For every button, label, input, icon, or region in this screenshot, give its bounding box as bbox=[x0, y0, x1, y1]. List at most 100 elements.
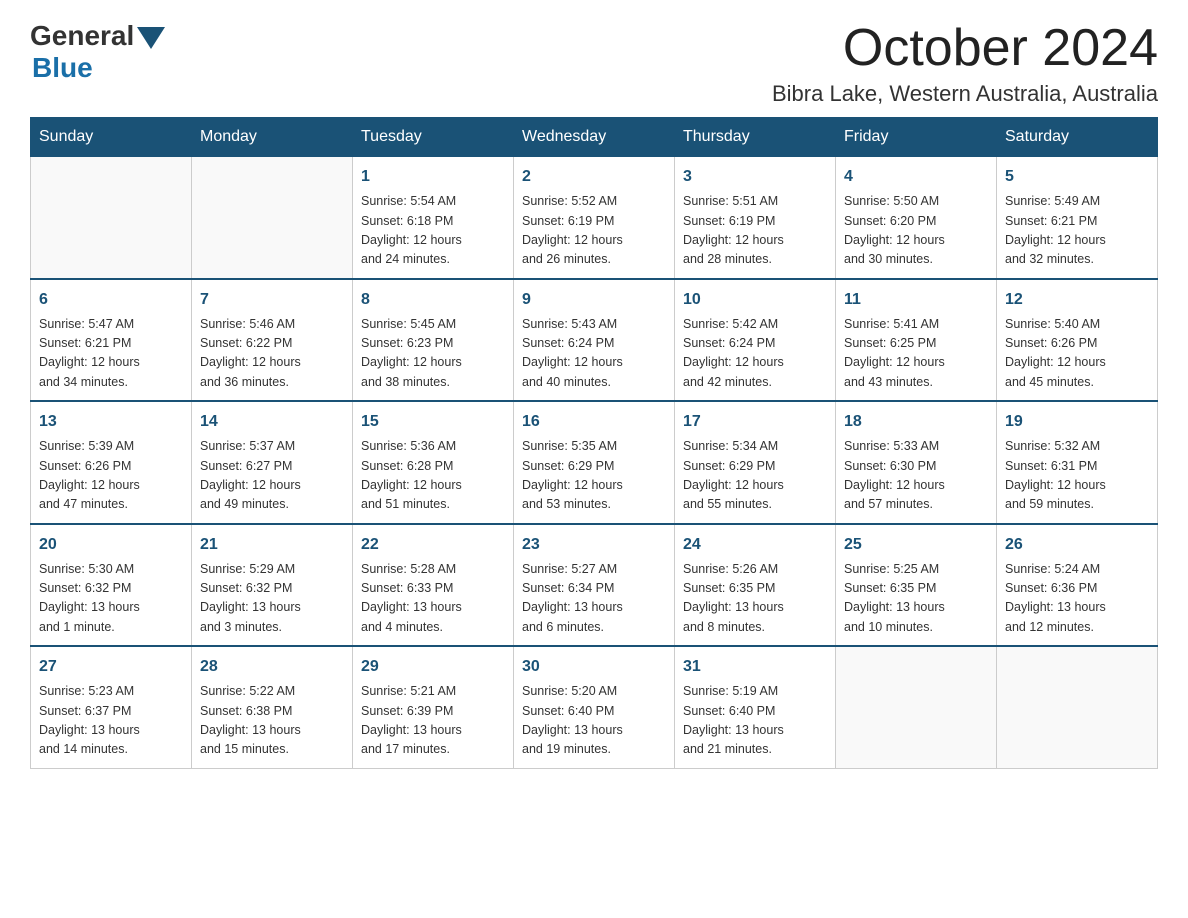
calendar-cell: 26 Sunrise: 5:24 AMSunset: 6:36 PMDayligh… bbox=[997, 524, 1158, 647]
day-number: 28 bbox=[200, 655, 344, 679]
calendar-cell: 30 Sunrise: 5:20 AMSunset: 6:40 PMDayligh… bbox=[514, 646, 675, 768]
calendar-week-row: 6 Sunrise: 5:47 AMSunset: 6:21 PMDaylight… bbox=[31, 279, 1158, 402]
day-info: Sunrise: 5:20 AMSunset: 6:40 PMDaylight:… bbox=[522, 682, 666, 760]
calendar-cell: 28 Sunrise: 5:22 AMSunset: 6:38 PMDayligh… bbox=[192, 646, 353, 768]
calendar-cell bbox=[192, 157, 353, 279]
day-number: 27 bbox=[39, 655, 183, 679]
day-info: Sunrise: 5:29 AMSunset: 6:32 PMDaylight:… bbox=[200, 560, 344, 638]
day-number: 7 bbox=[200, 288, 344, 312]
day-info: Sunrise: 5:23 AMSunset: 6:37 PMDaylight:… bbox=[39, 682, 183, 760]
day-info: Sunrise: 5:22 AMSunset: 6:38 PMDaylight:… bbox=[200, 682, 344, 760]
day-info: Sunrise: 5:37 AMSunset: 6:27 PMDaylight:… bbox=[200, 437, 344, 515]
column-header-saturday: Saturday bbox=[997, 118, 1158, 157]
calendar-week-row: 13 Sunrise: 5:39 AMSunset: 6:26 PMDayligh… bbox=[31, 401, 1158, 524]
calendar-cell bbox=[31, 157, 192, 279]
calendar-cell: 24Sunrise: 5:26 AMSunset: 6:35 PMDayligh… bbox=[675, 524, 836, 647]
day-info: Sunrise: 5:24 AMSunset: 6:36 PMDaylight:… bbox=[1005, 560, 1149, 638]
calendar-table: SundayMondayTuesdayWednesdayThursdayFrid… bbox=[30, 117, 1158, 769]
day-number: 14 bbox=[200, 410, 344, 434]
day-info: Sunrise: 5:35 AMSunset: 6:29 PMDaylight:… bbox=[522, 437, 666, 515]
day-info: Sunrise: 5:47 AMSunset: 6:21 PMDaylight:… bbox=[39, 315, 183, 393]
calendar-cell: 5 Sunrise: 5:49 AMSunset: 6:21 PMDaylight… bbox=[997, 157, 1158, 279]
day-number: 8 bbox=[361, 288, 505, 312]
title-section: October 2024 Bibra Lake, Western Austral… bbox=[772, 20, 1158, 107]
calendar-cell: 16Sunrise: 5:35 AMSunset: 6:29 PMDayligh… bbox=[514, 401, 675, 524]
day-info: Sunrise: 5:19 AMSunset: 6:40 PMDaylight:… bbox=[683, 682, 827, 760]
day-info: Sunrise: 5:26 AMSunset: 6:35 PMDaylight:… bbox=[683, 560, 827, 638]
day-info: Sunrise: 5:27 AMSunset: 6:34 PMDaylight:… bbox=[522, 560, 666, 638]
day-number: 21 bbox=[200, 533, 344, 557]
calendar-cell bbox=[997, 646, 1158, 768]
calendar-cell: 31 Sunrise: 5:19 AMSunset: 6:40 PMDayligh… bbox=[675, 646, 836, 768]
calendar-cell: 21 Sunrise: 5:29 AMSunset: 6:32 PMDayligh… bbox=[192, 524, 353, 647]
day-number: 11 bbox=[844, 288, 988, 312]
calendar-week-row: 1Sunrise: 5:54 AMSunset: 6:18 PMDaylight… bbox=[31, 157, 1158, 279]
calendar-cell: 2Sunrise: 5:52 AMSunset: 6:19 PMDaylight… bbox=[514, 157, 675, 279]
column-header-tuesday: Tuesday bbox=[353, 118, 514, 157]
day-info: Sunrise: 5:54 AMSunset: 6:18 PMDaylight:… bbox=[361, 192, 505, 270]
calendar-cell: 4 Sunrise: 5:50 AMSunset: 6:20 PMDaylight… bbox=[836, 157, 997, 279]
day-info: Sunrise: 5:42 AMSunset: 6:24 PMDaylight:… bbox=[683, 315, 827, 393]
day-info: Sunrise: 5:30 AMSunset: 6:32 PMDaylight:… bbox=[39, 560, 183, 638]
column-header-sunday: Sunday bbox=[31, 118, 192, 157]
day-info: Sunrise: 5:40 AMSunset: 6:26 PMDaylight:… bbox=[1005, 315, 1149, 393]
day-info: Sunrise: 5:21 AMSunset: 6:39 PMDaylight:… bbox=[361, 682, 505, 760]
day-info: Sunrise: 5:28 AMSunset: 6:33 PMDaylight:… bbox=[361, 560, 505, 638]
day-number: 10 bbox=[683, 288, 827, 312]
day-number: 29 bbox=[361, 655, 505, 679]
calendar-cell bbox=[836, 646, 997, 768]
day-number: 22 bbox=[361, 533, 505, 557]
day-info: Sunrise: 5:52 AMSunset: 6:19 PMDaylight:… bbox=[522, 192, 666, 270]
logo-general-text: General bbox=[30, 20, 134, 52]
logo-arrow-icon bbox=[137, 27, 165, 49]
calendar-cell: 17Sunrise: 5:34 AMSunset: 6:29 PMDayligh… bbox=[675, 401, 836, 524]
calendar-cell: 13 Sunrise: 5:39 AMSunset: 6:26 PMDayligh… bbox=[31, 401, 192, 524]
calendar-cell: 10 Sunrise: 5:42 AMSunset: 6:24 PMDayligh… bbox=[675, 279, 836, 402]
calendar-cell: 7 Sunrise: 5:46 AMSunset: 6:22 PMDaylight… bbox=[192, 279, 353, 402]
calendar-cell: 23 Sunrise: 5:27 AMSunset: 6:34 PMDayligh… bbox=[514, 524, 675, 647]
day-number: 3 bbox=[683, 165, 827, 189]
day-info: Sunrise: 5:32 AMSunset: 6:31 PMDaylight:… bbox=[1005, 437, 1149, 515]
day-number: 31 bbox=[683, 655, 827, 679]
day-info: Sunrise: 5:50 AMSunset: 6:20 PMDaylight:… bbox=[844, 192, 988, 270]
calendar-cell: 15Sunrise: 5:36 AMSunset: 6:28 PMDayligh… bbox=[353, 401, 514, 524]
day-number: 13 bbox=[39, 410, 183, 434]
day-info: Sunrise: 5:43 AMSunset: 6:24 PMDaylight:… bbox=[522, 315, 666, 393]
day-number: 23 bbox=[522, 533, 666, 557]
location-title: Bibra Lake, Western Australia, Australia bbox=[772, 81, 1158, 107]
calendar-cell: 9 Sunrise: 5:43 AMSunset: 6:24 PMDaylight… bbox=[514, 279, 675, 402]
calendar-cell: 22 Sunrise: 5:28 AMSunset: 6:33 PMDayligh… bbox=[353, 524, 514, 647]
month-title: October 2024 bbox=[772, 20, 1158, 77]
column-header-wednesday: Wednesday bbox=[514, 118, 675, 157]
logo-blue-text: Blue bbox=[32, 52, 93, 84]
day-info: Sunrise: 5:41 AMSunset: 6:25 PMDaylight:… bbox=[844, 315, 988, 393]
day-number: 4 bbox=[844, 165, 988, 189]
calendar-week-row: 20 Sunrise: 5:30 AMSunset: 6:32 PMDayligh… bbox=[31, 524, 1158, 647]
day-info: Sunrise: 5:39 AMSunset: 6:26 PMDaylight:… bbox=[39, 437, 183, 515]
calendar-cell: 14 Sunrise: 5:37 AMSunset: 6:27 PMDayligh… bbox=[192, 401, 353, 524]
day-number: 6 bbox=[39, 288, 183, 312]
calendar-cell: 3 Sunrise: 5:51 AMSunset: 6:19 PMDaylight… bbox=[675, 157, 836, 279]
day-number: 30 bbox=[522, 655, 666, 679]
day-info: Sunrise: 5:51 AMSunset: 6:19 PMDaylight:… bbox=[683, 192, 827, 270]
calendar-cell: 20 Sunrise: 5:30 AMSunset: 6:32 PMDayligh… bbox=[31, 524, 192, 647]
day-number: 19 bbox=[1005, 410, 1149, 434]
calendar-cell: 1Sunrise: 5:54 AMSunset: 6:18 PMDaylight… bbox=[353, 157, 514, 279]
calendar-cell: 19 Sunrise: 5:32 AMSunset: 6:31 PMDayligh… bbox=[997, 401, 1158, 524]
day-number: 17 bbox=[683, 410, 827, 434]
day-number: 26 bbox=[1005, 533, 1149, 557]
day-info: Sunrise: 5:45 AMSunset: 6:23 PMDaylight:… bbox=[361, 315, 505, 393]
day-number: 5 bbox=[1005, 165, 1149, 189]
day-number: 9 bbox=[522, 288, 666, 312]
day-info: Sunrise: 5:36 AMSunset: 6:28 PMDaylight:… bbox=[361, 437, 505, 515]
day-number: 20 bbox=[39, 533, 183, 557]
calendar-cell: 27 Sunrise: 5:23 AMSunset: 6:37 PMDayligh… bbox=[31, 646, 192, 768]
column-header-thursday: Thursday bbox=[675, 118, 836, 157]
calendar-cell: 8 Sunrise: 5:45 AMSunset: 6:23 PMDaylight… bbox=[353, 279, 514, 402]
day-info: Sunrise: 5:46 AMSunset: 6:22 PMDaylight:… bbox=[200, 315, 344, 393]
calendar-cell: 11 Sunrise: 5:41 AMSunset: 6:25 PMDayligh… bbox=[836, 279, 997, 402]
day-number: 18 bbox=[844, 410, 988, 434]
day-info: Sunrise: 5:49 AMSunset: 6:21 PMDaylight:… bbox=[1005, 192, 1149, 270]
day-number: 12 bbox=[1005, 288, 1149, 312]
calendar-cell: 25Sunrise: 5:25 AMSunset: 6:35 PMDayligh… bbox=[836, 524, 997, 647]
